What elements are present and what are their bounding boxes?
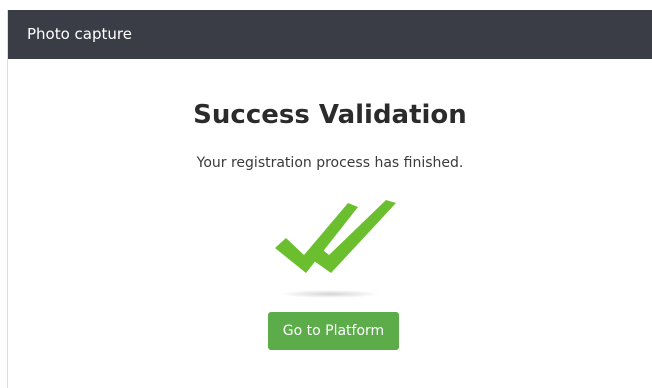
page-title: Success Validation xyxy=(193,100,467,130)
status-message: Your registration process has finished. xyxy=(196,155,464,171)
panel-header: Photo capture xyxy=(8,10,652,59)
panel-body: Success Validation Your registration pro… xyxy=(8,59,652,388)
photo-capture-panel: Photo capture Success Validation Your re… xyxy=(7,10,652,388)
double-check-icon xyxy=(275,200,396,298)
panel-title: Photo capture xyxy=(27,25,132,43)
go-to-platform-button[interactable]: Go to Platform xyxy=(268,312,399,350)
